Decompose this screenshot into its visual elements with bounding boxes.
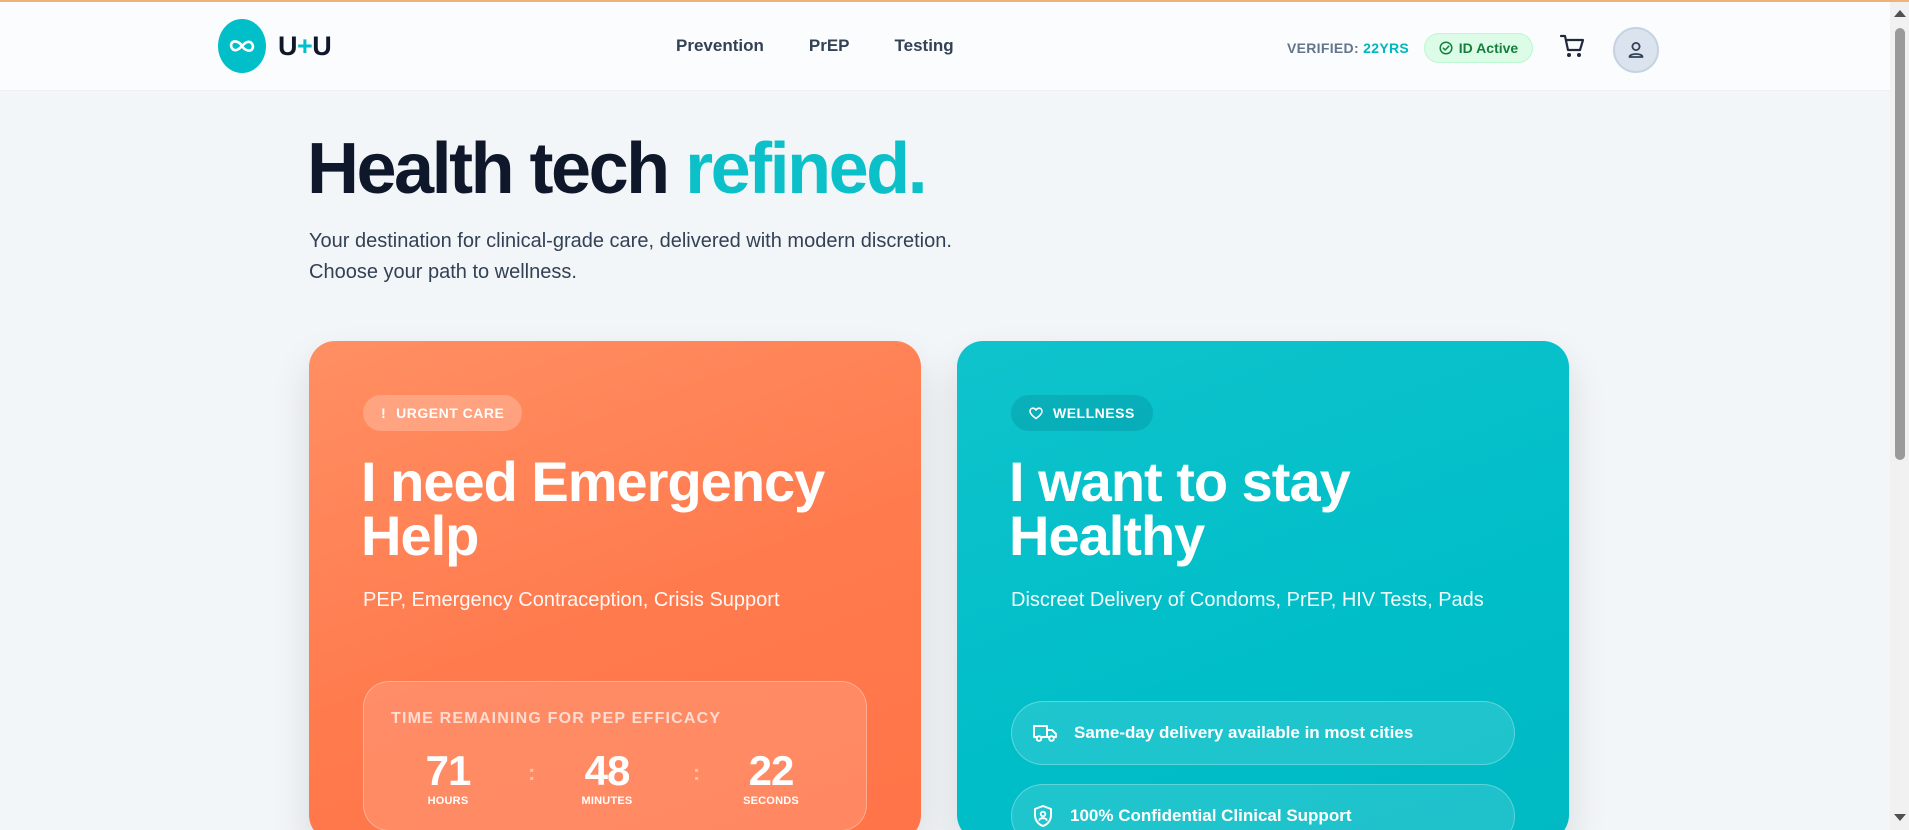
- timer-separator: :: [528, 760, 536, 785]
- id-status-badge: ID Active: [1424, 33, 1533, 63]
- timer-hours: 71 HOURS: [425, 747, 472, 808]
- site-header: U+U Prevention PrEP Testing VERIFIED: 22…: [0, 2, 1890, 91]
- scroll-down-arrow-icon[interactable]: [1894, 814, 1906, 821]
- heart-icon: [1029, 406, 1043, 419]
- check-circle-icon: [1439, 41, 1453, 55]
- emergency-card[interactable]: ! URGENT CARE I need Emergency Help PEP,…: [309, 341, 921, 830]
- timer-separator: :: [693, 760, 701, 785]
- brand-logo[interactable]: U+U: [218, 19, 332, 73]
- timer-label: TIME REMAINING FOR PEP EFFICACY: [391, 710, 722, 727]
- wellness-card-title: I want to stay Healthy: [1009, 450, 1351, 567]
- hero-subtitle: Your destination for clinical-grade care…: [309, 230, 952, 283]
- wellness-card-subtitle: Discreet Delivery of Condoms, PrEP, HIV …: [1011, 589, 1484, 611]
- pep-timer: TIME REMAINING FOR PEP EFFICACY 71 HOURS…: [363, 681, 867, 830]
- main-nav: Prevention PrEP Testing: [676, 36, 954, 56]
- feature-delivery: Same-day delivery available in most citi…: [1011, 701, 1515, 765]
- nav-testing[interactable]: Testing: [895, 36, 954, 56]
- vertical-scrollbar[interactable]: [1890, 2, 1909, 830]
- truck-icon: [1033, 725, 1057, 742]
- wellness-chip: WELLNESS: [1011, 395, 1153, 431]
- user-icon: [1628, 42, 1644, 58]
- emergency-card-subtitle: PEP, Emergency Contraception, Crisis Sup…: [363, 589, 780, 611]
- emergency-card-title: I need Emergency Help: [361, 450, 825, 567]
- infinity-icon: [218, 19, 266, 73]
- urgent-care-chip: ! URGENT CARE: [363, 395, 523, 431]
- cart-icon[interactable]: [1558, 32, 1586, 60]
- timer-seconds: 22 SECONDS: [743, 747, 799, 808]
- nav-prep[interactable]: PrEP: [809, 36, 850, 56]
- exclamation-icon: !: [381, 405, 387, 421]
- brand-name: U+U: [278, 30, 332, 61]
- shield-icon: [1034, 805, 1052, 827]
- timer-minutes: 48 MINUTES: [581, 747, 633, 808]
- scroll-thumb[interactable]: [1895, 28, 1905, 460]
- verified-age: 22YRS: [1363, 40, 1409, 56]
- age-verification: VERIFIED: 22YRS: [1287, 40, 1409, 56]
- wellness-card[interactable]: WELLNESS I want to stay Healthy Discreet…: [957, 341, 1569, 830]
- scroll-up-arrow-icon[interactable]: [1894, 10, 1906, 17]
- hero-title: Health tech refined.: [307, 129, 928, 209]
- nav-prevention[interactable]: Prevention: [676, 36, 764, 56]
- user-avatar[interactable]: [1613, 27, 1659, 73]
- feature-confidential: 100% Confidential Clinical Support: [1011, 784, 1515, 830]
